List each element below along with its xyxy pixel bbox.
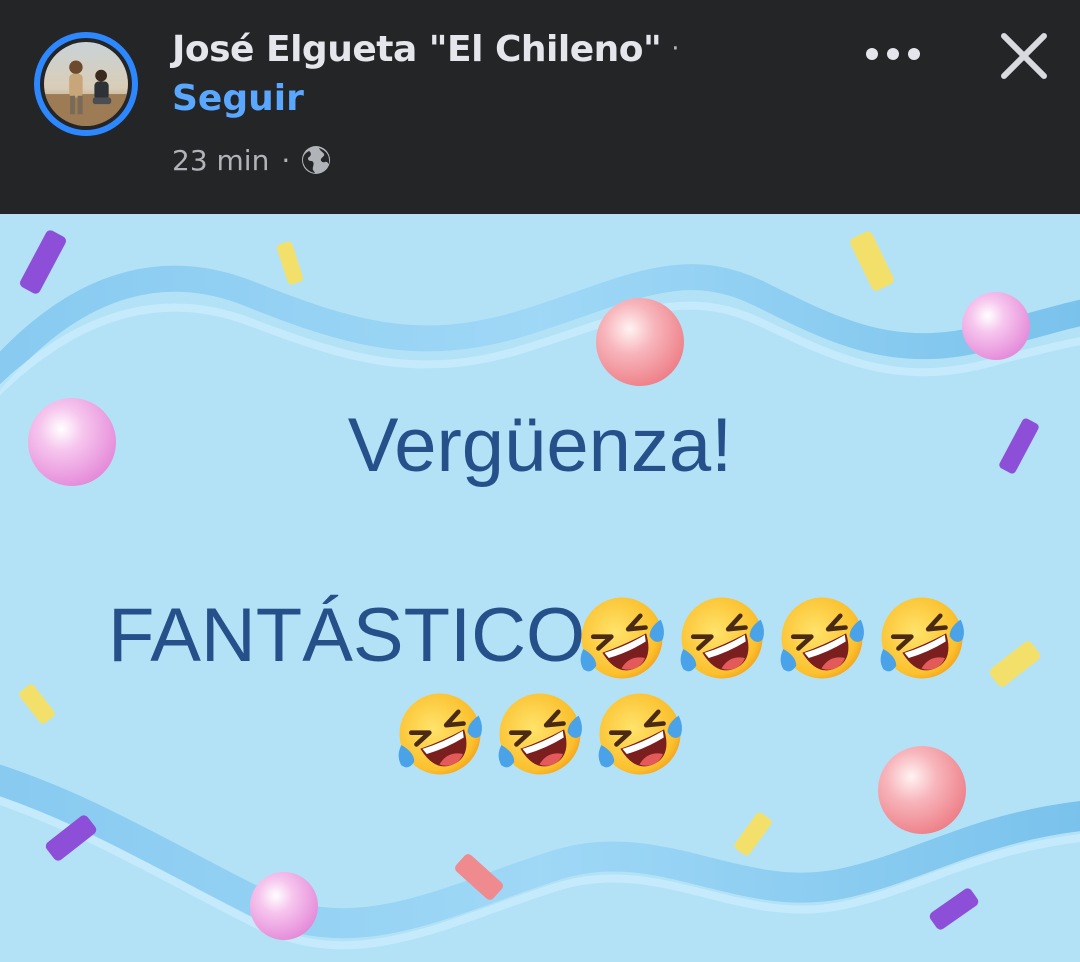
globe-icon[interactable] xyxy=(300,144,332,176)
meta-separator: · xyxy=(281,143,291,177)
post-meta: 23 min · xyxy=(172,140,332,180)
more-dot xyxy=(908,48,920,60)
laughing-tears-emoji xyxy=(876,592,968,684)
post-header: José Elgueta "El Chileno" · Seguir 23 mi… xyxy=(0,0,1080,214)
post-time[interactable]: 23 min xyxy=(172,144,269,177)
avatar-image xyxy=(44,42,128,126)
author-row: José Elgueta "El Chileno" · xyxy=(172,24,680,74)
laughing-tears-emoji xyxy=(776,592,868,684)
more-dot xyxy=(887,48,899,60)
laughing-tears-emoji xyxy=(676,592,768,684)
post-content[interactable]: Vergüenza! FANTÁSTICO xyxy=(0,214,1080,962)
laughing-tears-emoji xyxy=(394,688,486,780)
more-options-icon[interactable] xyxy=(858,30,928,78)
author-name[interactable]: José Elgueta "El Chileno" xyxy=(172,29,662,70)
post-viewer: José Elgueta "El Chileno" · Seguir 23 mi… xyxy=(0,0,1080,962)
avatar-photo xyxy=(44,42,128,126)
post-background xyxy=(0,230,1080,950)
close-icon[interactable] xyxy=(996,28,1052,84)
laughing-tears-emoji xyxy=(494,688,586,780)
more-dot xyxy=(866,48,878,60)
follow-button[interactable]: Seguir xyxy=(172,78,304,119)
post-text-line-2: FANTÁSTICO xyxy=(108,593,586,678)
post-text-line-1: Vergüenza! xyxy=(347,403,733,488)
separator-dot: · xyxy=(671,34,680,64)
laughing-tears-emoji xyxy=(576,592,668,684)
laughing-tears-emoji xyxy=(594,688,686,780)
avatar[interactable] xyxy=(34,32,138,136)
